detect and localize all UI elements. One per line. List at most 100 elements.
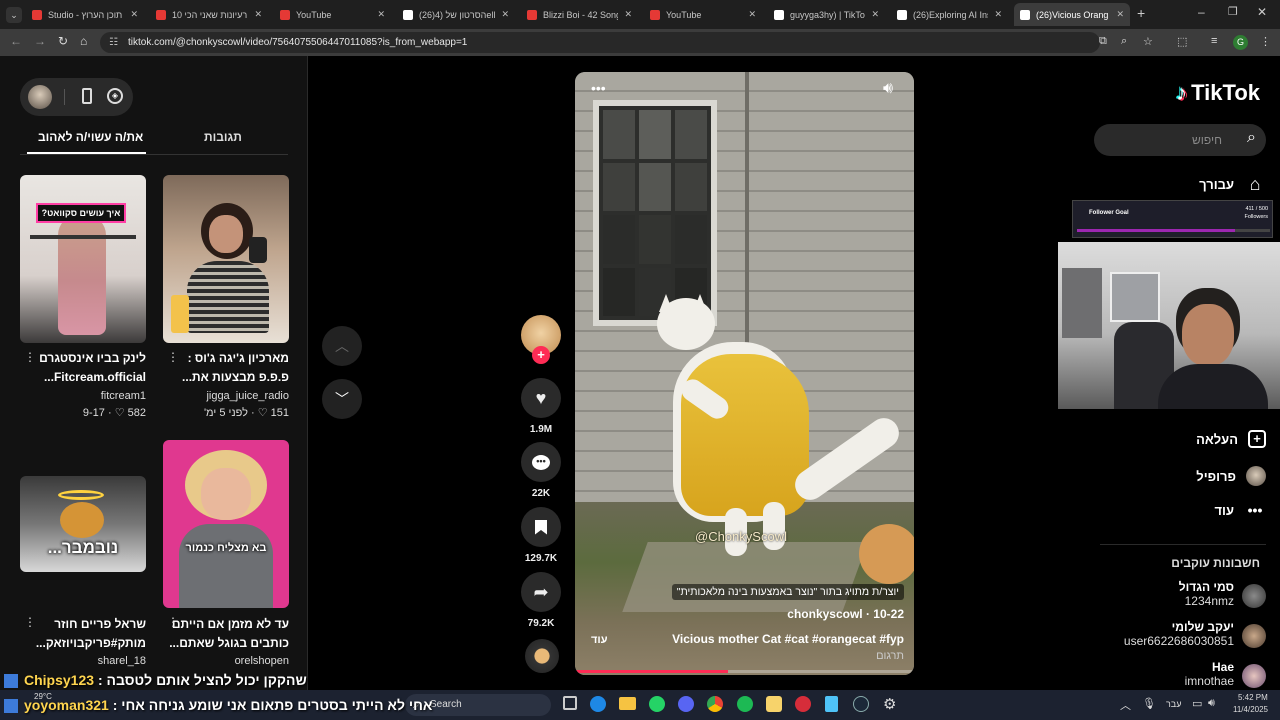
sound-disc-icon[interactable] (525, 639, 559, 673)
volume-icon[interactable]: 🔊︎ (883, 80, 893, 98)
spotify-icon[interactable] (737, 696, 753, 712)
video-card[interactable]: נובמבר... (20, 476, 146, 572)
browser-tab[interactable]: 10 רעיונות שאני הכי ✕ (150, 3, 268, 26)
nav-for-you[interactable]: ⌂ עבורך (1199, 174, 1266, 195)
browser-tab[interactable]: (26)Exploring AI Insig ✕ (891, 3, 1008, 26)
save-action[interactable]: 129.7K (521, 507, 561, 564)
profile-avatar[interactable]: G (1233, 35, 1248, 50)
compass-icon[interactable]: ◈ (107, 88, 123, 104)
volume-tray-icon[interactable]: 🔊︎ (1208, 697, 1215, 710)
user-avatar[interactable] (28, 85, 52, 109)
following-account[interactable]: Hae imnothae (1066, 660, 1266, 688)
microphone-icon[interactable]: 🎙︎ (1142, 697, 1156, 710)
zoom-icon[interactable]: ⌕ (1121, 35, 1127, 48)
tab-close-icon[interactable]: ✕ (994, 9, 1002, 20)
obs-icon[interactable] (795, 696, 811, 712)
card-title[interactable]: לינק בביו אינסטגרם Fitcream.official... (20, 349, 146, 387)
card-username[interactable]: fitcream1 (20, 390, 146, 402)
install-app-icon[interactable]: ⧉ (1099, 35, 1107, 48)
browser-tab[interactable]: YouTube ✕ (274, 3, 391, 26)
nav-more[interactable]: ••• עוד (1214, 502, 1266, 518)
nav-upload[interactable]: + העלאה (1196, 430, 1266, 448)
card-more-icon[interactable]: ⋮ (167, 615, 179, 629)
notepad-icon[interactable] (825, 696, 838, 712)
comment-action[interactable]: ••• 22K (521, 442, 561, 499)
nav-profile[interactable]: פרופיל (1196, 466, 1266, 486)
reload-icon[interactable]: ↻ (58, 34, 68, 48)
reading-list-icon[interactable]: ≡ (1211, 35, 1217, 47)
tab-close-icon[interactable]: ✕ (748, 9, 756, 20)
new-tab-button[interactable]: + (1137, 5, 1145, 21)
following-account[interactable]: סמי הגדול 1234nmz (1066, 580, 1266, 608)
home-browser-icon[interactable]: ⌂ (80, 34, 87, 48)
card-username[interactable]: sharel_18 (20, 655, 146, 667)
browser-tab[interactable]: Blizzi Boi - 42 Song (✕ (521, 3, 638, 26)
browser-tab[interactable]: (26)הסרטון של (4ella ✕ (397, 3, 515, 26)
tab-close-icon[interactable]: ✕ (871, 9, 879, 20)
extensions-icon[interactable]: ⬚ (1177, 35, 1187, 48)
heart-icon[interactable]: ♥ (521, 378, 561, 418)
follow-plus-icon[interactable]: + (532, 346, 550, 364)
card-more-icon[interactable]: ⋮ (167, 350, 179, 364)
video-more-icon[interactable]: ••• (591, 80, 606, 96)
browser-tab[interactable]: (26)Vicious Orang ✕ (1014, 3, 1130, 26)
site-info-icon[interactable]: ☷ (109, 32, 118, 53)
translate-link[interactable]: תרגום (876, 650, 904, 662)
card-more-icon[interactable]: ⋮ (24, 615, 36, 629)
browser-tab[interactable]: YouTube ✕ (644, 3, 762, 26)
video-card[interactable]: בא מצליח כנמור (163, 440, 289, 608)
tiktok-logo[interactable]: ♪ TikTok (1176, 80, 1260, 106)
maximize-button[interactable]: ❐ (1228, 5, 1238, 18)
card-username[interactable]: orelshopen (163, 655, 289, 667)
tab-close-icon[interactable]: ✕ (254, 9, 262, 20)
next-video-button[interactable]: ﹀ (322, 379, 362, 419)
address-bar[interactable]: ☷ tiktok.com/@chonkyscowl/video/75640755… (100, 32, 1100, 53)
browser-tab[interactable]: Studio - תוכן הערוץ ✕ (26, 3, 144, 26)
device-icon[interactable] (82, 88, 92, 104)
network-icon[interactable]: ▭ (1192, 697, 1202, 710)
discord-icon[interactable] (678, 696, 694, 712)
tab-you-may-like[interactable]: את/ה עשוי/ה לאהוב (38, 130, 143, 144)
previous-video-button[interactable]: ︿ (322, 326, 362, 366)
card-title[interactable]: עד לא מזמן אם הייתם כותבים בגוגל שאתם... (163, 615, 289, 653)
tab-search-icon[interactable]: ⌄ (6, 7, 22, 23)
browser-tab[interactable]: guyyga3hy) | TikTok ✕ (768, 3, 885, 26)
video-author[interactable]: chonkyscowl · 10-22 (787, 607, 904, 621)
search-input[interactable]: חיפוש ⌕ (1094, 124, 1266, 156)
clock-date[interactable]: 11/4/2025 (1233, 705, 1268, 714)
edge-icon[interactable] (590, 696, 606, 712)
app-icon[interactable] (766, 696, 782, 712)
task-view-icon[interactable] (563, 696, 577, 710)
share-icon[interactable]: ➦ (521, 572, 561, 612)
folder-icon[interactable] (619, 697, 636, 710)
comment-icon[interactable]: ••• (521, 442, 561, 482)
tab-close-icon[interactable]: ✕ (130, 9, 138, 20)
chrome-icon[interactable] (707, 696, 723, 712)
settings-icon[interactable]: ⚙ (883, 695, 896, 713)
following-account[interactable]: יעקב שלומי user6622686030851 (1066, 620, 1266, 648)
caption-more-link[interactable]: עוד (591, 634, 608, 646)
tab-close-icon[interactable]: ✕ (377, 9, 385, 20)
share-action[interactable]: ➦ 79.2K (521, 572, 561, 629)
steam-icon[interactable] (853, 696, 869, 712)
tab-close-icon[interactable]: ✕ (501, 9, 509, 20)
forward-icon[interactable]: → (34, 34, 46, 48)
like-action[interactable]: ♥ 1.9M (521, 378, 561, 435)
bookmark-star-icon[interactable]: ☆ (1143, 35, 1153, 48)
browser-menu-icon[interactable]: ⋮ (1260, 35, 1271, 48)
card-more-icon[interactable]: ⋮ (24, 350, 36, 364)
bookmark-icon[interactable] (521, 507, 561, 547)
video-player[interactable]: ••• 🔊︎ @ChonkyScowl יוצר/ת מתויג בתור "נ… (575, 72, 914, 675)
tray-chevron-icon[interactable]: ︿ (1120, 697, 1131, 713)
card-title[interactable]: מארכיון ג'יגה ג'וס : פ.פ.פ מבצעות את... (163, 349, 289, 387)
search-icon[interactable]: ⌕ (1247, 129, 1256, 147)
video-card[interactable]: איך עושים סקוואט? (20, 175, 146, 343)
language-indicator[interactable]: עבר (1166, 699, 1181, 709)
card-title[interactable]: שראל פריים חוזר מותק#פריקבויוזאק... (20, 615, 146, 653)
tab-comments[interactable]: תגובות (204, 130, 242, 144)
video-progress-track[interactable] (575, 670, 914, 673)
card-username[interactable]: jigga_juice_radio (163, 390, 289, 402)
video-card[interactable] (163, 175, 289, 343)
back-icon[interactable]: ← (10, 34, 22, 48)
tab-close-icon[interactable]: ✕ (624, 9, 632, 20)
